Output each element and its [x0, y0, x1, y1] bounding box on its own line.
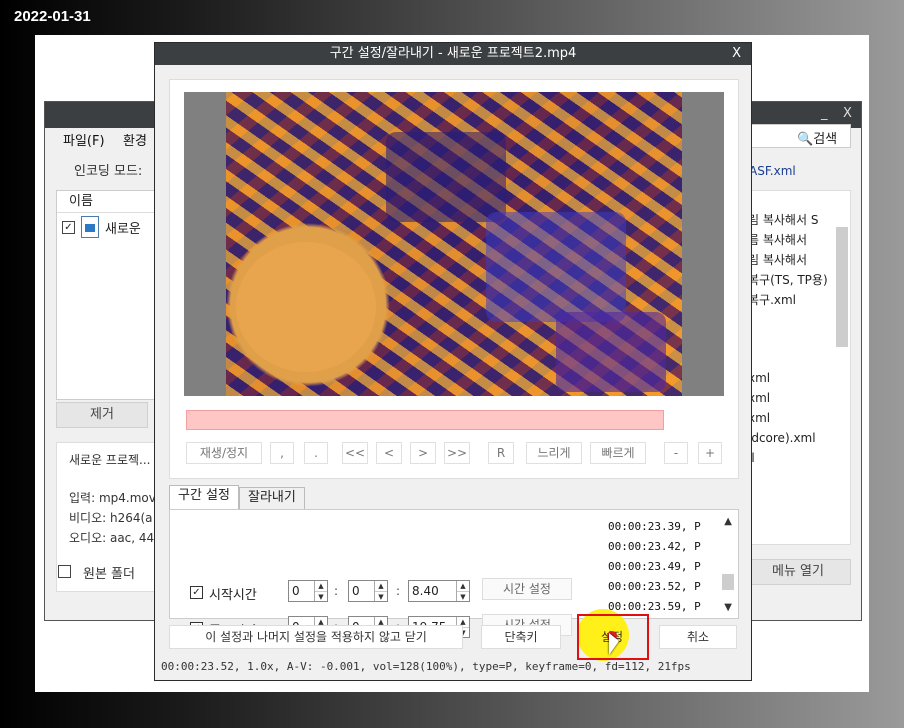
file-checkbox[interactable]: ✓ [62, 220, 75, 234]
list-item[interactable]: ✓ 새로운 [57, 213, 165, 241]
cancel-button[interactable]: 취소 [659, 625, 737, 649]
trim-dialog: 구간 설정/잘라내기 - 새로운 프로젝트2.mp4 X 재생/정지 , . <… [154, 42, 752, 681]
colon: : [396, 584, 401, 598]
list-item[interactable]: 복구.xml [748, 291, 796, 308]
close-without-apply-button[interactable]: 이 설정과 나머지 설정을 적용하지 않고 닫기 [169, 625, 463, 649]
next-frame-button[interactable]: . [304, 442, 328, 464]
tab-cut[interactable]: 잘라내기 [239, 487, 305, 509]
list-header-name[interactable]: 이름 [57, 191, 165, 213]
list-item[interactable]: 00:00:23.39, P [608, 520, 701, 533]
video-frame-image [226, 92, 682, 396]
file-name: 새로운 [105, 221, 141, 237]
encoding-mode-label: 인코딩 모드: [74, 164, 143, 179]
file-list[interactable]: 이름 ✓ 새로운 [56, 190, 166, 400]
search-icon: 🔍 [797, 132, 814, 147]
menu-file[interactable]: 파일(F) [63, 130, 105, 149]
start-minute-stepper[interactable]: 0 ▲ ▼ [348, 580, 388, 602]
tab-range-settings[interactable]: 구간 설정 [169, 485, 239, 509]
dialog-title: 구간 설정/잘라내기 - 새로운 프로젝트2.mp4 [155, 43, 751, 65]
list-item[interactable]: 00:00:23.42, P [608, 540, 701, 553]
list-item[interactable]: 림 복사해서 [748, 251, 807, 268]
date-stamp: 2022-01-31 [14, 8, 91, 25]
mouse-cursor-icon [609, 633, 619, 655]
list-item[interactable]: 름 복사해서 [748, 231, 807, 248]
info-audio: 오디오: aac, 44 [69, 531, 155, 545]
bg-close-button[interactable]: X [843, 106, 852, 121]
step-forward-button[interactable]: > [410, 442, 436, 464]
volume-down-button[interactable]: - [664, 442, 688, 464]
start-time-checkbox[interactable]: ✓ [190, 586, 203, 599]
remove-button[interactable]: 제거 [56, 402, 148, 428]
scrollbar-thumb[interactable] [836, 227, 848, 347]
preset-list[interactable]: 림 복사해서 S 름 복사해서 림 복사해서 복구(TS, TP용) 복구.xm… [745, 190, 851, 545]
open-menu-button[interactable]: 메뉴 열기 [745, 559, 851, 585]
play-pause-button[interactable]: 재생/정지 [186, 442, 262, 464]
info-input: 입력: mp4.mov [69, 491, 156, 505]
video-file-icon [81, 216, 99, 238]
scroll-down-icon[interactable]: ▼ [724, 602, 732, 613]
keyframe-list[interactable]: 00:00:23.39, P 00:00:23.42, P 00:00:23.4… [606, 512, 736, 616]
list-item[interactable]: 00:00:23.49, P [608, 560, 701, 573]
colon: : [334, 584, 339, 598]
list-item[interactable]: 림 복사해서 S [748, 211, 818, 228]
start-second-stepper[interactable]: 8.40 ▲ ▼ [408, 580, 470, 602]
step-back-button[interactable]: < [376, 442, 402, 464]
start-time-label: 시작시간 [209, 588, 257, 603]
dialog-close-button[interactable]: X [732, 43, 741, 65]
volume-up-button[interactable]: + [698, 442, 722, 464]
scrollbar-thumb[interactable] [722, 574, 734, 590]
scroll-up-icon[interactable]: ▲ [724, 516, 732, 527]
seek-bar[interactable] [186, 410, 664, 430]
info-video: 비디오: h264(a [69, 511, 153, 525]
faster-button[interactable]: 빠르게 [590, 442, 646, 464]
rewind-button[interactable]: << [342, 442, 368, 464]
shortcut-button[interactable]: 단축키 [481, 625, 561, 649]
list-item[interactable]: idcore).xml [748, 431, 816, 445]
list-item[interactable]: 00:00:23.52, P [608, 580, 701, 593]
source-folder-checkbox[interactable] [58, 565, 71, 578]
menu-settings[interactable]: 환경 [123, 130, 147, 149]
slower-button[interactable]: 느리게 [526, 442, 582, 464]
list-item[interactable]: 복구(TS, TP용) [748, 271, 828, 288]
project-label: 새로운 프로젝... [69, 453, 151, 467]
bg-minimize-button[interactable]: _ [821, 106, 828, 121]
video-preview[interactable] [184, 92, 724, 396]
list-item[interactable]: 00:00:23.59, P [608, 600, 701, 613]
fast-forward-button[interactable]: >> [444, 442, 470, 464]
range-settings-panel: ✓ 시작시간 0 ▲▼ : 0 ▲▼ : 8.40 ▲▼ 시간 설정 ✓ 종료시… [169, 509, 739, 639]
prev-frame-button[interactable]: , [270, 442, 294, 464]
search-button[interactable]: 🔍검색 [797, 128, 837, 147]
start-set-time-button[interactable]: 시간 설정 [482, 578, 572, 600]
status-bar: 00:00:23.52, 1.0x, A-V: -0.001, vol=128(… [161, 660, 691, 673]
source-folder-label: 원본 폴더 [83, 567, 135, 582]
start-hour-stepper[interactable]: 0 ▲ ▼ [288, 580, 328, 602]
xml-link[interactable]: ASF.xml [749, 164, 796, 178]
video-panel: 재생/정지 , . << < > >> R 느리게 빠르게 - + [169, 79, 739, 479]
r-button[interactable]: R [488, 442, 514, 464]
